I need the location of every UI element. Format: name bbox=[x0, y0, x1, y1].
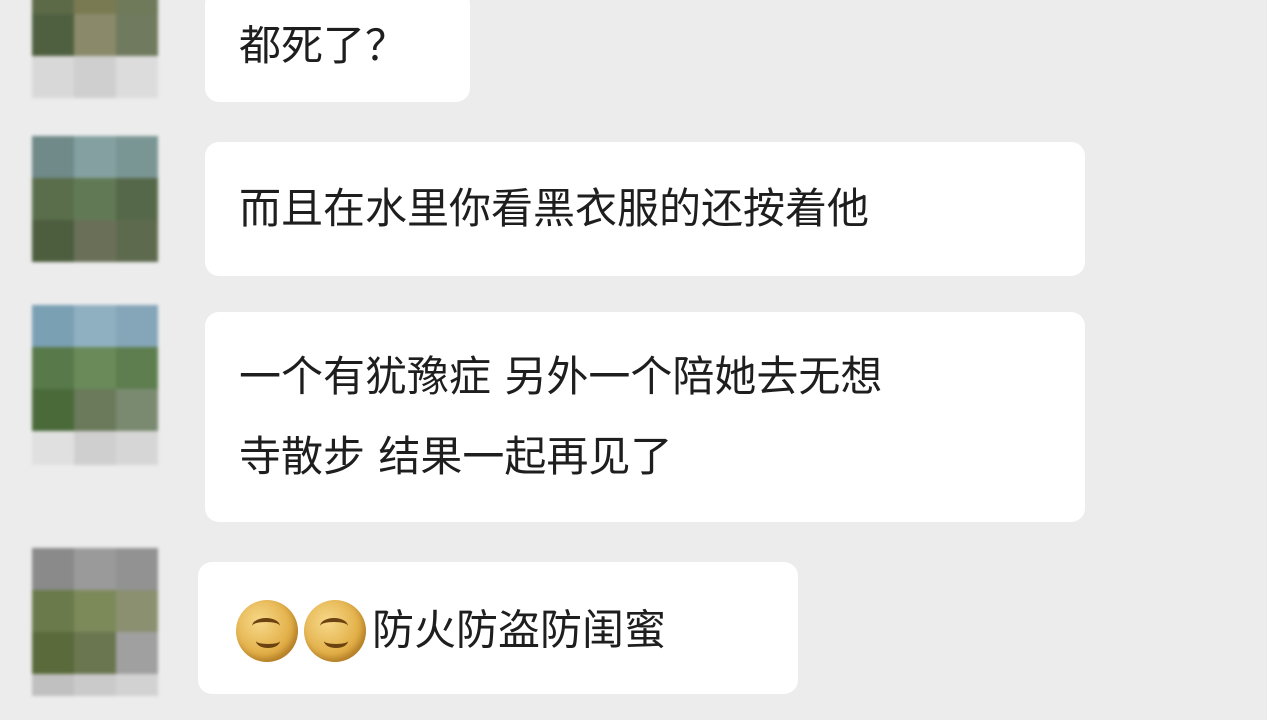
message-bubble[interactable]: 一个有犹豫症 另外一个陪她去无想 寺散步 结果一起再见了 bbox=[205, 312, 1085, 522]
message-text: 都死了？ bbox=[239, 21, 408, 70]
avatar[interactable] bbox=[32, 548, 158, 696]
avatar[interactable] bbox=[32, 0, 158, 98]
message-text-line: 一个有犹豫症 另外一个陪她去无想 bbox=[239, 352, 883, 401]
message-bubble[interactable]: 防火防盗防闺蜜 bbox=[198, 562, 798, 694]
message-bubble[interactable]: 而且在水里你看黑衣服的还按着他 bbox=[205, 142, 1085, 276]
laughing-cry-emoji-icon bbox=[304, 599, 366, 662]
message-text: 而且在水里你看黑衣服的还按着他 bbox=[239, 184, 870, 233]
avatar[interactable] bbox=[32, 136, 158, 262]
message-bubble[interactable]: 都死了？ bbox=[205, 0, 470, 102]
message-text: 防火防盗防闺蜜 bbox=[372, 605, 667, 655]
laughing-cry-emoji-icon bbox=[236, 599, 298, 662]
avatar[interactable] bbox=[32, 305, 158, 465]
chat-message-list: 都死了？ 而且在水里你看黑衣服的还按着他 一个有犹豫症 另外一个陪她去无想 寺散… bbox=[0, 0, 1267, 720]
message-text-line: 寺散步 结果一起再见了 bbox=[239, 432, 673, 481]
